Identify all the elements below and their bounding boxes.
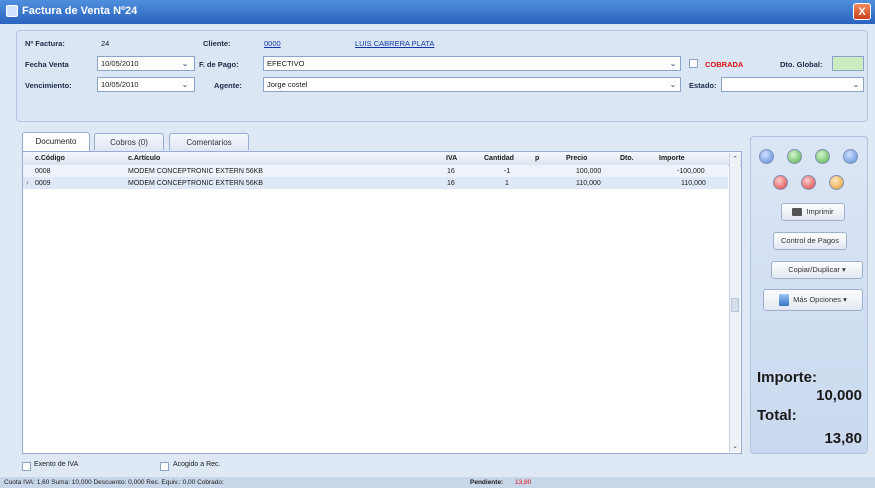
next-record-icon[interactable] — [815, 149, 830, 164]
row-selector-arrow-icon: › — [26, 180, 29, 187]
due-date-value: 10/05/2010 — [101, 80, 139, 89]
scroll-down-icon[interactable]: ⌄ — [731, 442, 739, 450]
status-dropdown-icon[interactable]: ⌄ — [850, 78, 862, 91]
cell-cantidad: 1 — [505, 180, 509, 187]
amount-value: 10,000 — [816, 387, 862, 404]
col-cantidad[interactable]: Cantidad — [484, 152, 514, 165]
scroll-thumb[interactable] — [731, 298, 739, 312]
actions-panel: Imprimir Control de Pagos Copiar/Duplica… — [750, 136, 868, 454]
agent-field[interactable]: Jorge costel — [263, 77, 681, 92]
surcharge-checkbox[interactable] — [160, 462, 169, 471]
title-bar: Factura de Venta Nº24 X — [0, 0, 875, 24]
sale-date-dropdown-icon[interactable]: ⌄ — [179, 57, 191, 70]
window-title: Factura de Venta Nº24 — [22, 5, 138, 17]
status-label: Estado: — [689, 81, 717, 90]
status-field[interactable] — [721, 77, 864, 92]
invoice-number-value: 24 — [101, 39, 110, 48]
first-record-icon[interactable] — [759, 149, 774, 164]
cobrada-checkbox[interactable] — [689, 59, 698, 68]
cell-importe: 110,000 — [681, 180, 706, 187]
cobrada-label: COBRADA — [705, 60, 744, 69]
pending-label: Pendiente: — [470, 479, 504, 486]
items-grid: c.Código c.Artículo IVA Cantidad p Preci… — [22, 151, 742, 454]
col-p[interactable]: p — [535, 152, 539, 165]
previous-record-icon[interactable] — [787, 149, 802, 164]
col-codigo[interactable]: c.Código — [35, 152, 65, 165]
global-discount-label: Dto. Global: — [780, 60, 823, 69]
delete-icon[interactable] — [773, 175, 788, 190]
payment-method-dropdown-icon[interactable]: ⌄ — [667, 57, 679, 70]
copy-duplicate-button[interactable]: Copiar/Duplicar ▾ — [771, 261, 863, 279]
client-label: Cliente: — [203, 39, 231, 48]
sale-date-label: Fecha Venta — [25, 60, 69, 69]
invoice-number-label: Nº Factura: — [25, 39, 65, 48]
last-record-icon[interactable] — [843, 149, 858, 164]
chevron-down-icon: ▾ — [843, 295, 847, 304]
due-date-label: Vencimiento: — [25, 81, 72, 90]
col-dto[interactable]: Dto. — [620, 152, 634, 165]
app-icon — [6, 5, 18, 17]
tab-cobros[interactable]: Cobros (0) — [94, 133, 164, 150]
amount-label: Importe: — [757, 369, 817, 386]
client-name-link[interactable]: LUIS CABRERA PLATA — [355, 39, 434, 48]
total-label: Total: — [757, 407, 797, 424]
pending-value: 13,80 — [515, 479, 532, 486]
tab-documento[interactable]: Documento — [22, 132, 90, 151]
tab-comentarios[interactable]: Comentarios — [169, 133, 249, 150]
payment-method-value: EFECTIVO — [267, 59, 305, 68]
print-label: Imprimir — [806, 207, 834, 216]
agent-dropdown-icon[interactable]: ⌄ — [667, 78, 679, 91]
payment-method-label: F. de Pago: — [199, 60, 239, 69]
print-button[interactable]: Imprimir — [781, 203, 845, 221]
scroll-up-icon[interactable]: ⌃ — [731, 155, 739, 163]
col-importe[interactable]: Importe — [659, 152, 685, 165]
status-bar: Cuota IVA: 1,60 Suma: 10,000 Descuento: … — [0, 477, 875, 488]
status-summary: Cuota IVA: 1,60 Suma: 10,000 Descuento: … — [4, 479, 224, 486]
table-row[interactable]: › 0009 MODEM CONCEPTRONIC EXTERN 56KB 16… — [23, 177, 728, 189]
col-precio[interactable]: Precio — [566, 152, 587, 165]
cell-precio: 110,000 — [576, 180, 601, 187]
due-date-dropdown-icon[interactable]: ⌄ — [179, 78, 191, 91]
surcharge-label: Acogido a Rec. — [173, 461, 221, 468]
table-row[interactable]: 0008 MODEM CONCEPTRONIC EXTERN 56KB 16 -… — [23, 165, 728, 177]
grid-scrollbar[interactable]: ⌃ ⌄ — [729, 153, 740, 452]
agent-value: Jorge costel — [267, 80, 308, 89]
copy-duplicate-label: Copiar/Duplicar — [788, 265, 840, 274]
more-options-label: Más Opciones — [793, 295, 842, 304]
printer-icon — [792, 208, 803, 217]
payment-control-button[interactable]: Control de Pagos — [773, 232, 847, 250]
invoice-header: Nº Factura: 24 Cliente: 0000 LUIS CABRER… — [16, 30, 868, 122]
cancel-icon[interactable] — [801, 175, 816, 190]
sale-date-value: 10/05/2010 — [101, 59, 139, 68]
edit-icon[interactable] — [829, 175, 844, 190]
vat-exempt-checkbox[interactable] — [22, 462, 31, 471]
more-options-button[interactable]: Más Opciones ▾ — [763, 289, 863, 311]
col-articulo[interactable]: c.Artículo — [128, 152, 160, 165]
cell-articulo: MODEM CONCEPTRONIC EXTERN 56KB — [128, 180, 263, 187]
vat-exempt-label: Exento de IVA — [34, 461, 79, 468]
close-button[interactable]: X — [853, 3, 871, 20]
cell-codigo: 0009 — [35, 180, 51, 187]
chevron-down-icon: ▾ — [842, 265, 846, 274]
global-discount-field[interactable] — [832, 56, 864, 71]
cell-iva: 16 — [447, 180, 455, 187]
options-icon — [779, 294, 790, 307]
total-value: 13,80 — [824, 430, 862, 447]
col-iva[interactable]: IVA — [446, 152, 457, 165]
agent-label: Agente: — [214, 81, 242, 90]
payment-method-field[interactable]: EFECTIVO — [263, 56, 681, 71]
grid-header: c.Código c.Artículo IVA Cantidad p Preci… — [23, 152, 741, 166]
client-code-link[interactable]: 0000 — [264, 39, 281, 48]
